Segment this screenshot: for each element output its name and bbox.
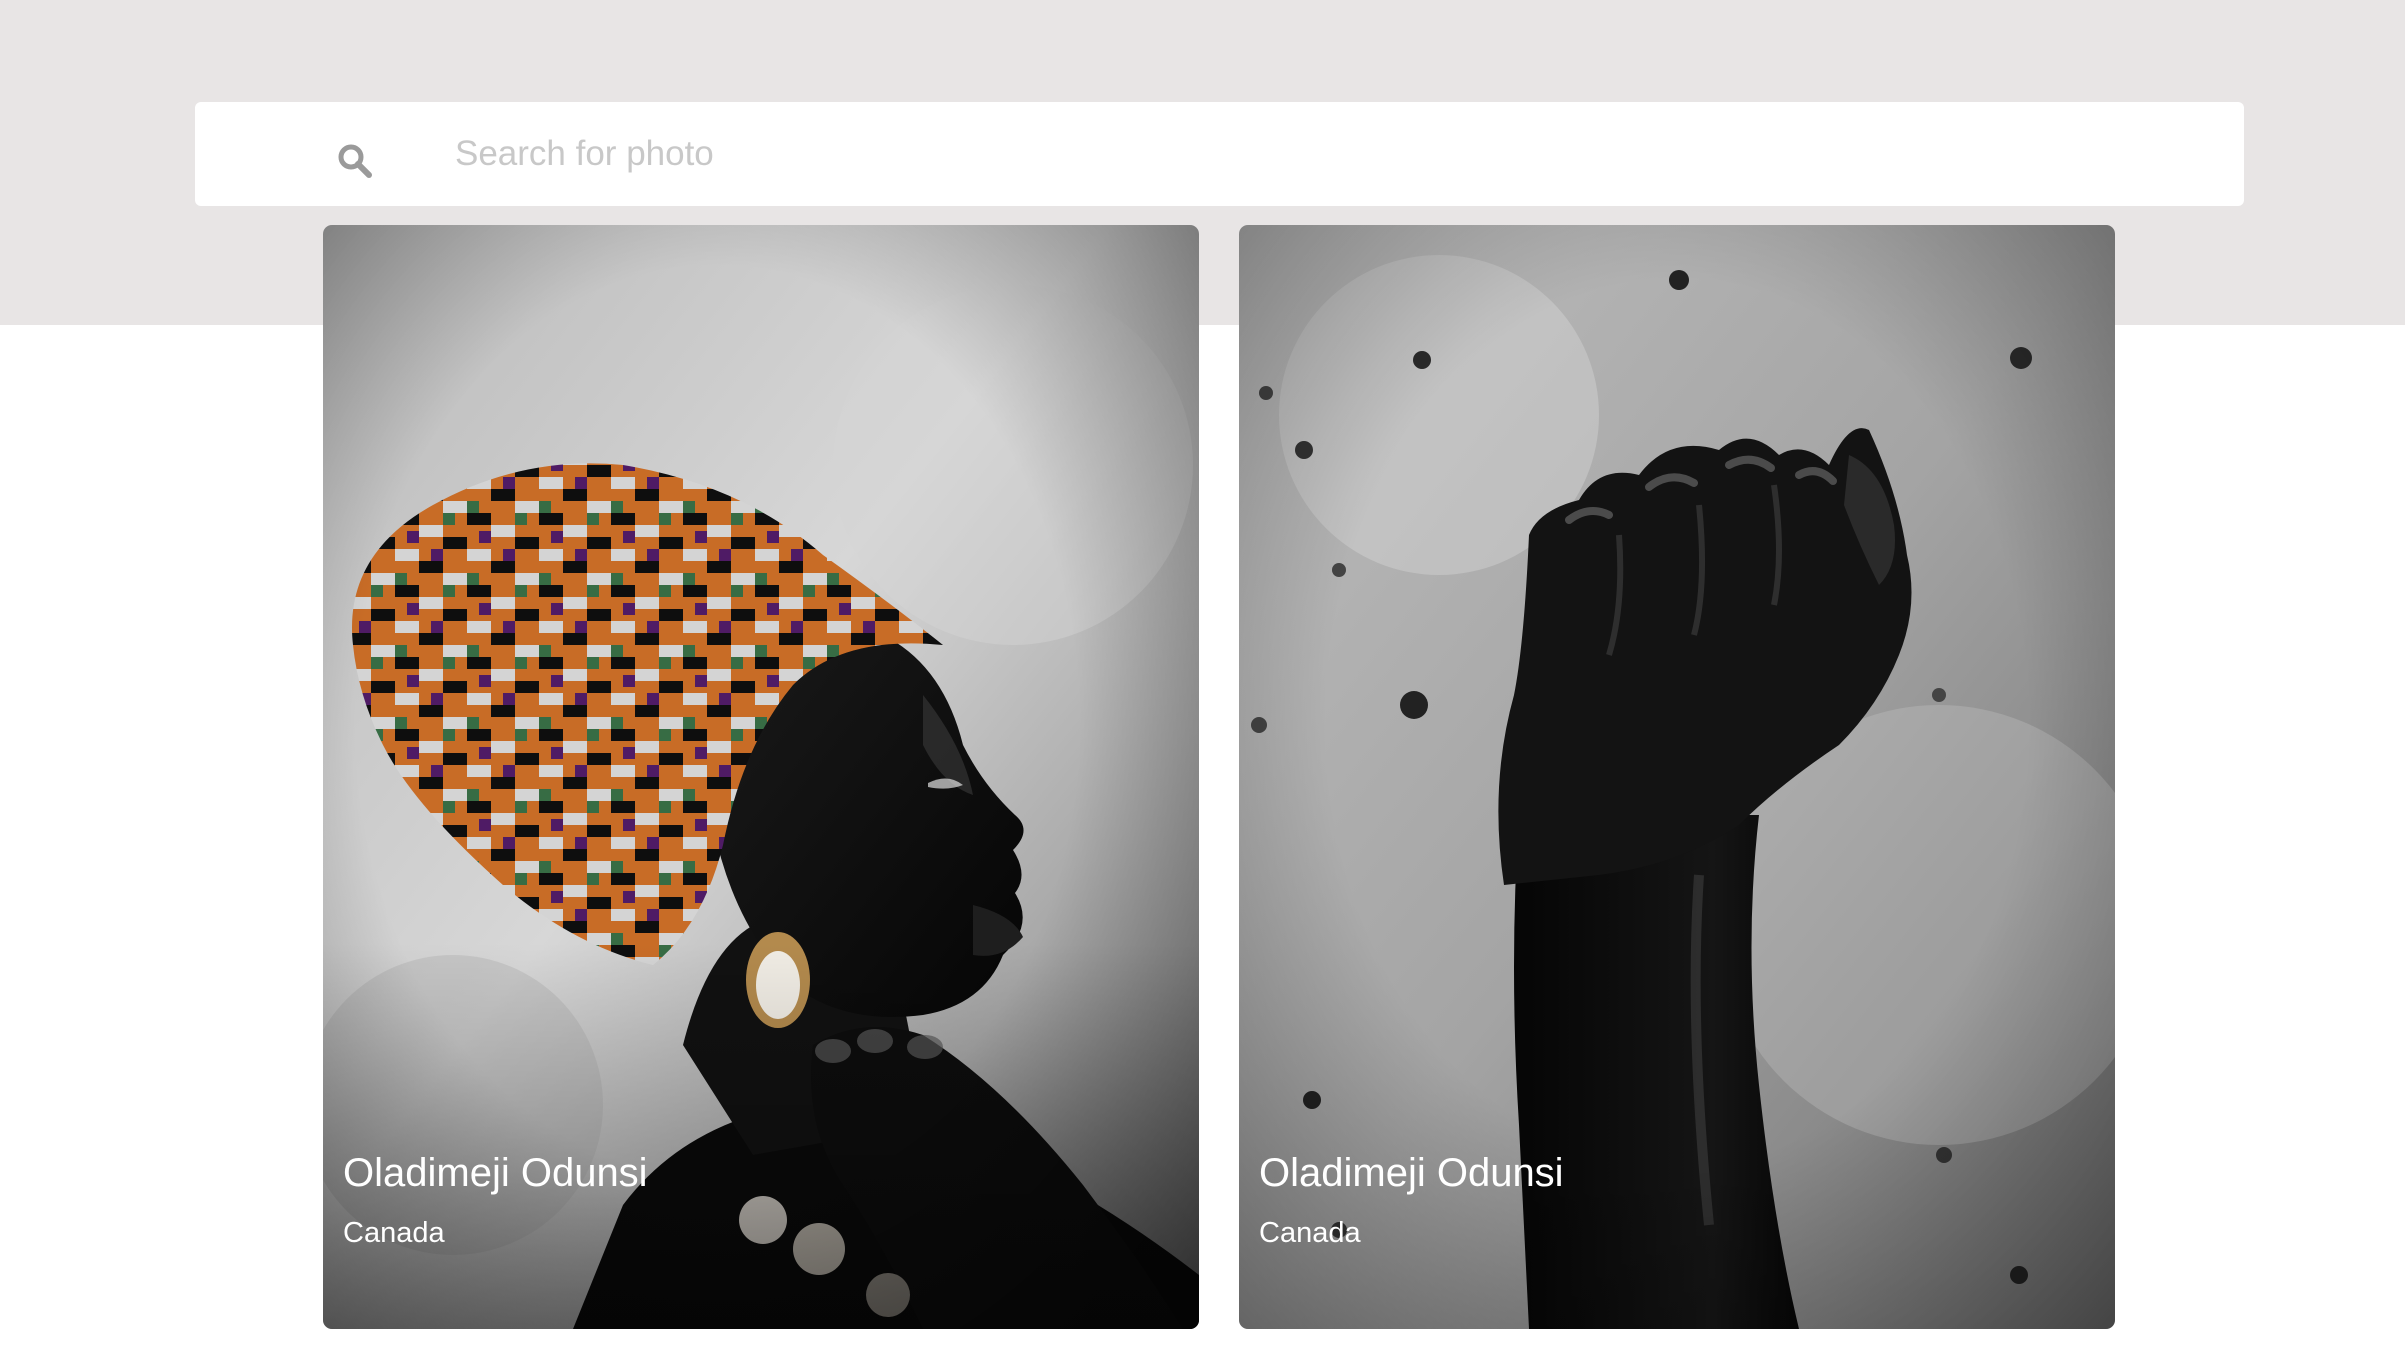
photographer-name: Oladimeji Odunsi [1259,1151,1564,1195]
photo-search-page: Oladimeji Odunsi Canada [0,0,2405,1346]
photo-location: Canada [343,1217,445,1249]
search-icon[interactable] [336,142,374,180]
photo-location: Canada [1259,1217,1361,1249]
search-input[interactable] [455,120,2195,188]
photo-card[interactable]: Oladimeji Odunsi Canada [323,225,1199,1329]
photo-card[interactable]: Oladimeji Odunsi Canada [1239,225,2115,1329]
photographer-name: Oladimeji Odunsi [343,1151,648,1195]
